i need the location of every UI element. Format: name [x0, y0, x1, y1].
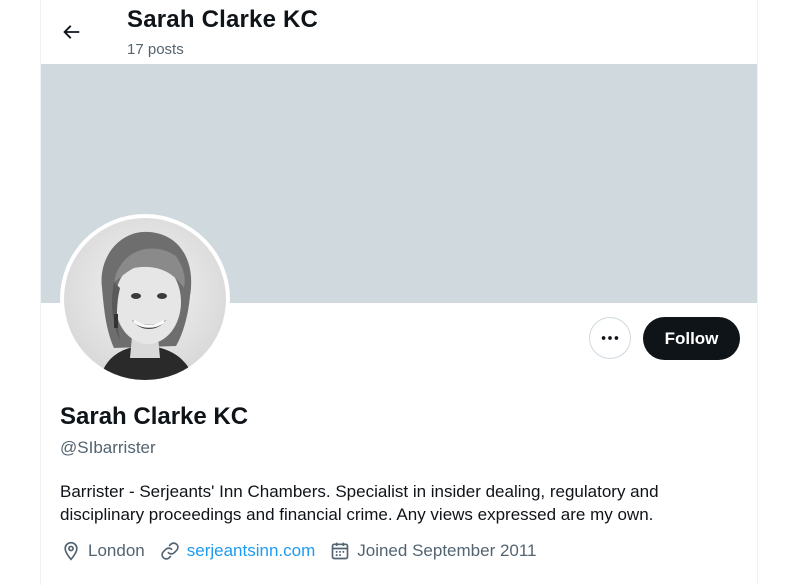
profile-header: Sarah Clarke KC 17 posts	[41, 0, 757, 64]
joined-text: Joined September 2011	[357, 541, 537, 560]
profile-bio: Barrister - Serjeants' Inn Chambers. Spe…	[60, 482, 659, 524]
profile-column: Sarah Clarke KC 17 posts Follow Sarah Cl…	[40, 0, 758, 585]
header-title: Sarah Clarke KC	[127, 6, 319, 33]
website-link[interactable]: serjeantsinn.com	[187, 541, 316, 561]
calendar-icon	[329, 540, 351, 562]
location-item: London	[60, 540, 145, 562]
avatar[interactable]	[60, 214, 230, 384]
location-pin-icon	[60, 540, 82, 562]
post-count: 17 posts	[127, 41, 184, 58]
follow-button[interactable]: Follow	[643, 317, 740, 360]
profile-meta: London serjeantsinn.com Joined September…	[60, 540, 551, 562]
website-item[interactable]: serjeantsinn.com	[159, 540, 316, 562]
more-options-icon	[601, 336, 619, 340]
profile-name: Sarah Clarke KC	[60, 403, 249, 430]
link-icon	[159, 540, 181, 562]
profile-handle: @SIbarrister	[60, 438, 156, 457]
arrow-left-icon	[63, 25, 80, 39]
back-button[interactable]	[53, 14, 89, 50]
more-options-button[interactable]	[589, 317, 631, 359]
avatar-photo	[64, 218, 226, 380]
location-text: London	[88, 541, 145, 560]
joined-item: Joined September 2011	[329, 540, 537, 562]
